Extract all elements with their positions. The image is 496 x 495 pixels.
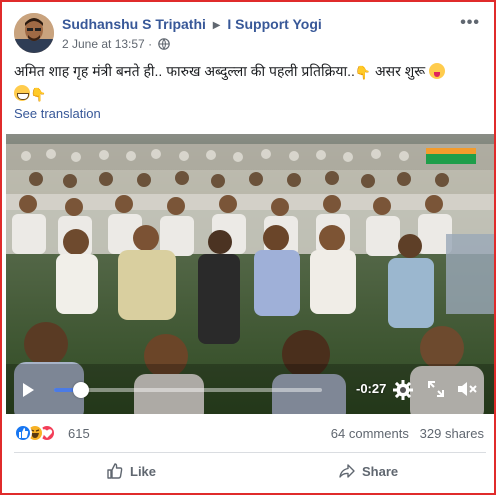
volume-muted-icon[interactable] bbox=[456, 379, 478, 404]
tongue-face-icon bbox=[429, 63, 446, 79]
thumbs-up-icon bbox=[107, 463, 123, 479]
video-time-remaining: -0:27 bbox=[356, 381, 387, 396]
reaction-count[interactable]: 615 bbox=[68, 426, 90, 441]
like-button[interactable]: Like bbox=[106, 462, 156, 480]
post-text: अमित शाह गृह मंत्री बनते ही.. फारुख अब्द… bbox=[14, 61, 486, 105]
divider bbox=[14, 452, 486, 453]
share-button[interactable]: Share bbox=[338, 462, 398, 480]
engagement-counts: 64 comments 329 shares bbox=[331, 426, 484, 441]
play-icon[interactable] bbox=[20, 382, 36, 403]
share-arrow-icon bbox=[339, 464, 355, 478]
post-body: अमित शाह गृह मंत्री बनते ही.. फारुख अब्द… bbox=[14, 63, 355, 79]
share-label: Share bbox=[362, 464, 399, 479]
pointing-down-icon: 👇 bbox=[354, 65, 372, 80]
like-reaction-icon[interactable] bbox=[14, 424, 32, 442]
post-card: Sudhanshu S Tripathi ▶ I Support Yogi 2 … bbox=[0, 0, 496, 495]
avatar[interactable] bbox=[14, 13, 54, 53]
fullscreen-icon[interactable] bbox=[426, 379, 446, 404]
caret-right-icon: ▶ bbox=[212, 20, 221, 31]
author-name[interactable]: Sudhanshu S Tripathi bbox=[62, 16, 206, 32]
video-progress-track[interactable] bbox=[54, 388, 322, 392]
pointing-down-icon: 👇 bbox=[30, 87, 47, 102]
shares-count[interactable]: 329 shares bbox=[420, 426, 484, 441]
see-translation-link[interactable]: See translation bbox=[14, 106, 101, 121]
post-meta: 2 June at 13:57 · bbox=[62, 37, 171, 53]
video-scrubber-handle[interactable] bbox=[72, 382, 89, 398]
group-name[interactable]: I Support Yogi bbox=[227, 16, 321, 32]
ellipsis-icon[interactable]: ••• bbox=[460, 14, 480, 32]
video-controls: -0:27 bbox=[6, 370, 494, 410]
post-body-tail: असर शुरू bbox=[374, 63, 426, 79]
grin-face-icon bbox=[14, 85, 30, 101]
globe-icon bbox=[158, 38, 171, 53]
like-label: Like bbox=[130, 464, 157, 479]
comments-count[interactable]: 64 comments bbox=[331, 426, 409, 441]
post-timestamp[interactable]: 2 June at 13:57 bbox=[62, 37, 145, 51]
gear-icon[interactable] bbox=[392, 379, 414, 406]
post-header: Sudhanshu S Tripathi ▶ I Support Yogi bbox=[62, 16, 322, 32]
reactions-summary: 615 64 comments 329 shares bbox=[14, 422, 486, 444]
